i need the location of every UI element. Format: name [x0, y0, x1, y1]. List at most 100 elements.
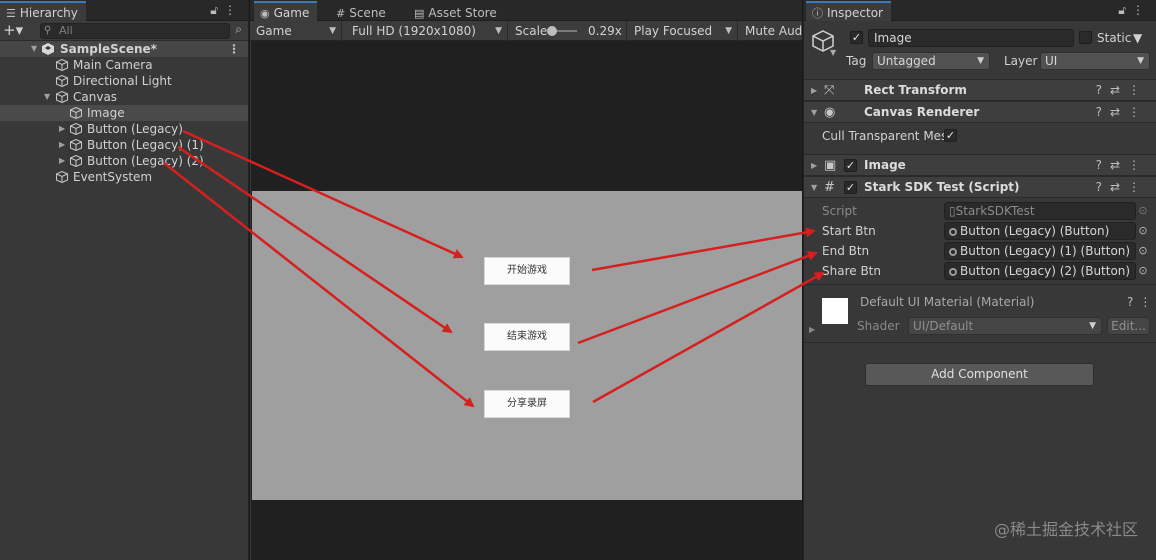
tree-item-button-legacy-2[interactable]: ▶ Button (Legacy) (2) — [0, 153, 248, 169]
tag-dropdown[interactable]: Untagged ▼ — [872, 52, 990, 70]
gameobject-icon — [56, 58, 68, 72]
collapse-arrow-icon[interactable]: ▶ — [811, 161, 817, 170]
image-icon: ▣ — [824, 158, 837, 173]
resolution-dropdown[interactable]: Full HD (1920x1080) ▼ — [346, 21, 508, 41]
more-options-icon[interactable]: ⋮ — [1128, 180, 1148, 194]
collapse-arrow-icon[interactable]: ▶ — [59, 153, 65, 169]
static-checkbox[interactable] — [1079, 31, 1092, 44]
tree-item-button-legacy-1[interactable]: ▶ Button (Legacy) (1) — [0, 137, 248, 153]
scale-slider-track[interactable] — [547, 26, 577, 36]
component-actions[interactable]: ?⇄⋮ — [1096, 105, 1148, 119]
canvas-renderer-header[interactable]: ▼ ◉ Canvas Renderer ?⇄⋮ — [804, 101, 1156, 123]
play-mode-dropdown[interactable]: Play Focused ▼ — [628, 21, 738, 41]
help-icon[interactable]: ? — [1096, 105, 1110, 119]
preset-icon[interactable]: ⇄ — [1110, 158, 1128, 172]
component-actions[interactable]: ?⇄⋮ — [1096, 180, 1148, 194]
end-btn-field[interactable]: Button (Legacy) (1) (Button) — [944, 242, 1136, 260]
collapse-arrow-icon[interactable]: ▶ — [809, 325, 815, 334]
expand-arrow-icon[interactable]: ▼ — [31, 41, 37, 57]
game-viewport[interactable]: 开始游戏 结束游戏 分享录屏 — [251, 41, 802, 560]
help-icon[interactable]: ? — [1096, 158, 1110, 172]
more-options-icon[interactable]: ⋮ — [1128, 105, 1148, 119]
material-actions[interactable]: ?⋮ — [1127, 293, 1153, 311]
gameobject-icon — [56, 90, 68, 104]
help-icon[interactable]: ? — [1096, 83, 1110, 97]
script-component-header[interactable]: ▼ # ✓ Stark SDK Test (Script) ?⇄⋮ — [804, 176, 1156, 198]
object-picker-icon[interactable]: ⊙ — [1134, 262, 1152, 280]
object-picker-icon[interactable]: ⊙ — [1134, 242, 1152, 260]
help-icon[interactable]: ? — [1096, 180, 1110, 194]
expand-arrow-icon[interactable]: ▼ — [44, 89, 50, 105]
active-checkbox[interactable]: ✓ — [850, 31, 863, 44]
component-actions[interactable]: ?⇄⋮ — [1096, 83, 1148, 97]
collapse-arrow-icon[interactable]: ▶ — [59, 121, 65, 137]
material-preview[interactable] — [822, 298, 848, 324]
shader-dropdown[interactable]: UI/Default ▼ — [908, 317, 1102, 335]
tab-inspector[interactable]: ⓘ Inspector — [806, 1, 891, 21]
lock-icon[interactable]: 🔓︎ — [1118, 3, 1132, 17]
tree-item-button-legacy[interactable]: ▶ Button (Legacy) — [0, 121, 248, 137]
expand-arrow-icon[interactable]: ▼ — [811, 183, 817, 192]
scene-row[interactable]: ▼ SampleScene* ⋮ — [0, 41, 248, 57]
tree-item-image[interactable]: Image — [0, 105, 248, 121]
end-game-button[interactable]: 结束游戏 — [484, 323, 570, 351]
eye-icon: ◉ — [824, 105, 836, 120]
preset-icon[interactable]: ⇄ — [1110, 83, 1128, 97]
script-enabled-checkbox[interactable]: ✓ — [844, 181, 857, 194]
mute-audio-toggle[interactable]: Mute Audio — [739, 21, 802, 41]
collapse-arrow-icon[interactable]: ▶ — [59, 137, 65, 153]
tab-hierarchy[interactable]: ☰ Hierarchy — [0, 1, 86, 21]
chevron-down-icon: ▼ — [1089, 321, 1096, 331]
tab-asset-store[interactable]: ▤ Asset Store — [408, 1, 505, 21]
static-dropdown-icon[interactable]: ▼ — [1133, 29, 1147, 47]
tree-item-canvas[interactable]: ▼ Canvas — [0, 89, 248, 105]
expand-arrow-icon[interactable]: ▼ — [811, 108, 817, 117]
help-icon[interactable]: ? — [1127, 295, 1139, 309]
inspector-body: ▼ ✓ Image Static ▼ Tag Untagged ▼ Layer U… — [804, 21, 1156, 560]
scale-slider[interactable]: Scale 0.29x — [509, 21, 627, 41]
search-icon: ⚲ — [44, 25, 52, 36]
scale-slider-knob[interactable] — [547, 26, 557, 36]
hierarchy-search-input[interactable]: ⚲ All — [40, 23, 230, 39]
display-dropdown[interactable]: Game ▼ — [250, 21, 342, 41]
shader-edit-button[interactable]: Edit... — [1107, 317, 1150, 335]
tab-scene[interactable]: # Scene — [330, 1, 394, 21]
start-btn-field[interactable]: Button (Legacy) (Button) — [944, 222, 1136, 240]
tab-game[interactable]: ◉ Game — [254, 1, 318, 21]
tab-options[interactable]: 🔓︎⋮ — [1118, 3, 1150, 18]
collapse-arrow-icon[interactable]: ▶ — [811, 86, 817, 95]
share-btn-field[interactable]: Button (Legacy) (2) (Button) — [944, 262, 1136, 280]
scene-options-icon[interactable]: ⋮ — [228, 41, 240, 57]
more-options-icon[interactable]: ⋮ — [1139, 295, 1156, 309]
preset-icon[interactable]: ⇄ — [1110, 105, 1128, 119]
create-button[interactable]: +▾ — [3, 21, 23, 39]
rect-transform-header[interactable]: ▶ ⤧ Rect Transform ?⇄⋮ — [804, 79, 1156, 101]
tree-item-main-camera[interactable]: Main Camera — [0, 57, 248, 73]
gameobject-icon — [56, 170, 68, 184]
hierarchy-panel: ☰ Hierarchy 🔓︎⋮ +▾ ⚲ All ⌕ ▼ SampleScene*… — [0, 0, 249, 560]
more-options-icon[interactable]: ⋮ — [224, 3, 242, 17]
preset-icon[interactable]: ⇄ — [1110, 180, 1128, 194]
object-name-input[interactable]: Image — [868, 29, 1074, 47]
more-options-icon[interactable]: ⋮ — [1132, 3, 1150, 17]
object-reference-icon — [949, 228, 957, 236]
image-component-header[interactable]: ▶ ▣ ✓ Image ?⇄⋮ — [804, 154, 1156, 176]
start-game-button[interactable]: 开始游戏 — [484, 257, 570, 285]
tree-item-eventsystem[interactable]: EventSystem — [0, 169, 248, 185]
tree-item-directional-light[interactable]: Directional Light — [0, 73, 248, 89]
lock-icon[interactable]: 🔓︎ — [210, 3, 224, 17]
cull-transparent-label: Cull Transparent Mes — [822, 129, 948, 143]
cull-transparent-checkbox[interactable]: ✓ — [944, 129, 957, 142]
component-actions[interactable]: ?⇄⋮ — [1096, 158, 1148, 172]
tab-options[interactable]: 🔓︎⋮ — [210, 3, 242, 18]
more-options-icon[interactable]: ⋮ — [1128, 83, 1148, 97]
image-enabled-checkbox[interactable]: ✓ — [844, 159, 857, 172]
share-recording-button[interactable]: 分享录屏 — [484, 390, 570, 418]
icon-dropdown-icon[interactable]: ▼ — [830, 48, 836, 57]
more-options-icon[interactable]: ⋮ — [1128, 158, 1148, 172]
object-picker-icon[interactable]: ⊙ — [1134, 222, 1152, 240]
hierarchy-toolbar: +▾ ⚲ All ⌕ — [0, 21, 248, 41]
add-component-button[interactable]: Add Component — [865, 363, 1094, 386]
layer-dropdown[interactable]: UI ▼ — [1040, 52, 1150, 70]
scene-visibility-icon[interactable]: ⌕ — [235, 22, 242, 37]
